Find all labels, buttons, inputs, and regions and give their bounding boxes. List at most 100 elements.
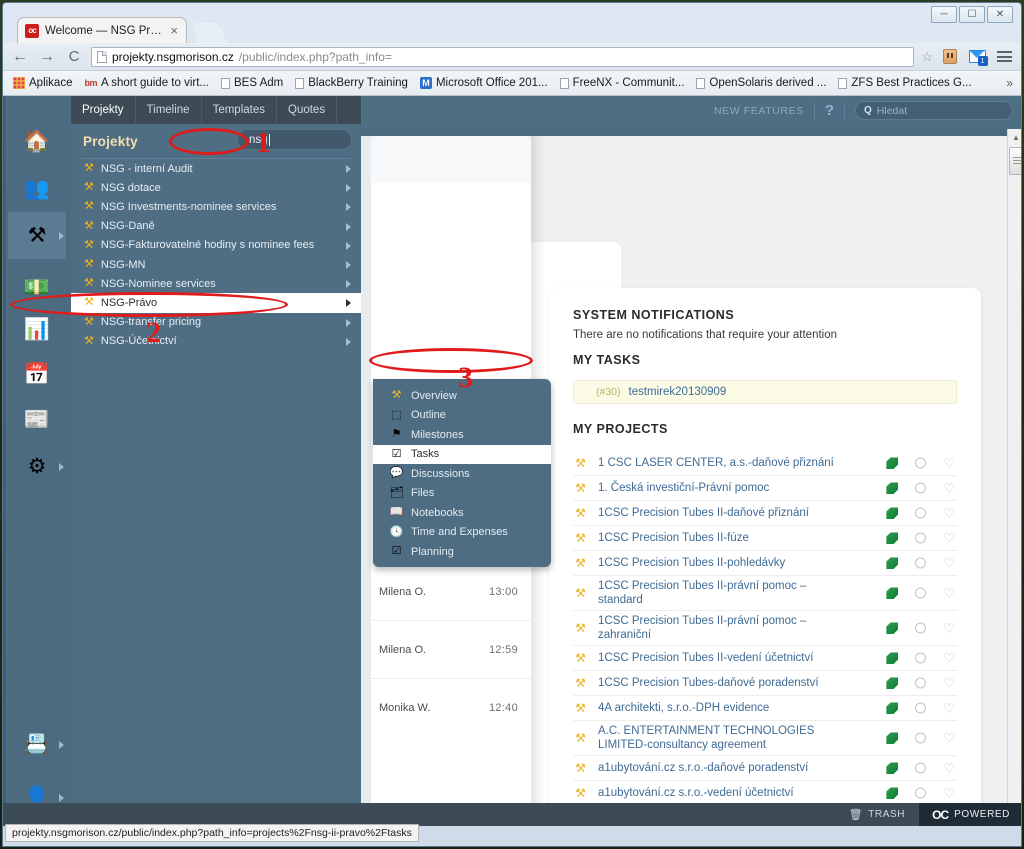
project-item[interactable]: ⚒ NSG-Fakturovatelné hodiny s nominee fee…: [71, 236, 361, 255]
rail-item-projects[interactable]: ⚒: [8, 212, 66, 259]
favorite-heart-icon[interactable]: ♡: [943, 557, 955, 570]
help-icon[interactable]: ?: [825, 102, 834, 119]
submenu-item-files[interactable]: 🗂 Files: [373, 484, 551, 504]
project-row[interactable]: ⚒ 4A architekti, s.r.o.-DPH evidence ♡: [573, 696, 957, 721]
activity-row[interactable]: Milena O. 13:00: [371, 562, 531, 620]
tag-icon[interactable]: [886, 677, 899, 689]
project-row[interactable]: ⚒ 1CSC Precision Tubes II-daňové přiznání…: [573, 501, 957, 526]
projects-search-input[interactable]: nsg: [237, 129, 352, 150]
bookmark-star-icon[interactable]: ☆: [921, 49, 933, 65]
reload-icon[interactable]: C: [64, 49, 84, 64]
tab-projekty[interactable]: Projekty: [71, 96, 136, 124]
project-row[interactable]: ⚒ 1CSC Precision Tubes II-fúze ♡: [573, 526, 957, 551]
tab-quotes[interactable]: Quotes: [277, 96, 338, 124]
status-circle-icon[interactable]: [915, 652, 927, 664]
project-item[interactable]: ⚒ NSG-Právo: [71, 293, 361, 313]
project-item[interactable]: ⚒ NSG-transfer pricing: [71, 313, 361, 332]
bookmark-bes-adm[interactable]: BES Adm: [216, 75, 288, 91]
tag-icon[interactable]: [886, 622, 899, 634]
favorite-heart-icon[interactable]: ♡: [943, 587, 955, 600]
favorite-heart-icon[interactable]: ♡: [943, 787, 955, 800]
project-item[interactable]: ⚒ NSG-Nominee services: [71, 274, 361, 293]
project-item[interactable]: ⚒ NSG - interní Audit: [71, 159, 361, 178]
tag-icon[interactable]: [886, 762, 899, 774]
back-icon[interactable]: ←: [10, 48, 30, 65]
tag-icon[interactable]: [886, 507, 899, 519]
favorite-heart-icon[interactable]: ♡: [943, 457, 955, 470]
rail-item-invoicing[interactable]: 💵: [8, 264, 66, 311]
submenu-item-time-and-expenses[interactable]: 🕓 Time and Expenses: [373, 523, 551, 543]
submenu-item-milestones[interactable]: ⚑ Milestones: [373, 425, 551, 445]
status-circle-icon[interactable]: [915, 557, 927, 569]
page-scrollbar[interactable]: ▲ ▼: [1007, 129, 1021, 826]
favorite-heart-icon[interactable]: ♡: [943, 702, 955, 715]
task-link[interactable]: testmirek20130909: [629, 386, 727, 398]
status-circle-icon[interactable]: [915, 677, 927, 689]
tag-icon[interactable]: [886, 557, 899, 569]
project-row[interactable]: ⚒ 1CSC Precision Tubes II-právní pomoc – …: [573, 611, 957, 646]
tag-icon[interactable]: [886, 652, 899, 664]
status-circle-icon[interactable]: [915, 532, 927, 544]
tag-icon[interactable]: [886, 732, 899, 744]
project-item[interactable]: ⚒ NSG-Daně: [71, 217, 361, 236]
favorite-heart-icon[interactable]: ♡: [943, 732, 955, 745]
rail-item-calendar[interactable]: 📅: [8, 351, 66, 398]
rail-item-reports[interactable]: 📊: [8, 306, 66, 353]
trash-button[interactable]: 🗑 TRASH: [835, 808, 919, 821]
task-row[interactable]: (#30) testmirek20130909: [573, 380, 957, 404]
favorite-heart-icon[interactable]: ♡: [943, 677, 955, 690]
scrollbar-thumb[interactable]: [1009, 147, 1021, 175]
status-circle-icon[interactable]: [915, 702, 927, 714]
project-row[interactable]: ⚒ 1CSC Precision Tubes-daňové poradenství…: [573, 671, 957, 696]
tag-icon[interactable]: [886, 482, 899, 494]
bookmark-freenx[interactable]: FreeNX - Communit...: [555, 75, 690, 91]
bookmark-blackberry-training[interactable]: BlackBerry Training: [290, 75, 413, 91]
status-circle-icon[interactable]: [915, 457, 927, 469]
project-row[interactable]: ⚒ 1CSC Precision Tubes II-pohledávky ♡: [573, 551, 957, 576]
status-circle-icon[interactable]: [915, 587, 927, 599]
submenu-item-discussions[interactable]: 💬 Discussions: [373, 464, 551, 484]
tab-templates[interactable]: Templates: [202, 96, 277, 124]
status-circle-icon[interactable]: [915, 482, 927, 494]
bookmark-microsoft-office[interactable]: M Microsoft Office 201...: [415, 75, 553, 91]
rail-item-home[interactable]: 🏠: [8, 118, 66, 165]
status-circle-icon[interactable]: [915, 507, 927, 519]
favorite-heart-icon[interactable]: ♡: [943, 652, 955, 665]
tag-icon[interactable]: [886, 702, 899, 714]
new-features-link[interactable]: NEW FEATURES: [714, 105, 804, 117]
activity-row[interactable]: Milena O. 12:59: [371, 620, 531, 678]
scroll-up-icon[interactable]: ▲: [1008, 129, 1021, 145]
project-row[interactable]: ⚒ 1 CSC LASER CENTER, a.s.-daňové přiznán…: [573, 451, 957, 476]
rail-item-settings[interactable]: ⚙: [8, 443, 66, 490]
favorite-heart-icon[interactable]: ♡: [943, 762, 955, 775]
favorite-heart-icon[interactable]: ♡: [943, 482, 955, 495]
status-circle-icon[interactable]: [915, 622, 927, 634]
plug-icon[interactable]: [940, 47, 960, 67]
bookmark-short-guide[interactable]: bm A short guide to virt...: [79, 75, 214, 91]
project-row[interactable]: ⚒ 1CSC Precision Tubes II-právní pomoc – …: [573, 576, 957, 611]
forward-icon[interactable]: →: [37, 48, 57, 65]
project-item[interactable]: ⚒ NSG-MN: [71, 255, 361, 274]
tab-timeline[interactable]: Timeline: [136, 96, 202, 124]
bookmark-opensolaris[interactable]: OpenSolaris derived ...: [691, 75, 831, 91]
bookmark-apps[interactable]: Aplikace: [8, 75, 77, 91]
submenu-item-notebooks[interactable]: 📖 Notebooks: [373, 503, 551, 523]
activity-row[interactable]: Monika W. 12:40: [371, 678, 531, 736]
status-circle-icon[interactable]: [915, 762, 927, 774]
address-bar[interactable]: projekty.nsgmorison.cz/public/index.php?…: [91, 46, 915, 67]
rail-item-news[interactable]: 📰: [8, 396, 66, 443]
bookmarks-overflow-icon[interactable]: »: [1006, 76, 1016, 90]
tag-icon[interactable]: [886, 587, 899, 599]
project-item[interactable]: ⚒ NSG-Účetnictví: [71, 332, 361, 351]
submenu-item-overview[interactable]: ⚒ Overview: [373, 386, 551, 406]
project-row[interactable]: ⚒ 1CSC Precision Tubes II-vedení účetnict…: [573, 646, 957, 671]
browser-tab[interactable]: oc Welcome — NSG Projects ×: [17, 17, 187, 43]
favorite-heart-icon[interactable]: ♡: [943, 532, 955, 545]
status-circle-icon[interactable]: [915, 732, 927, 744]
submenu-item-tasks[interactable]: ☑ Tasks: [373, 444, 551, 464]
tab-close-icon[interactable]: ×: [168, 23, 180, 38]
favorite-heart-icon[interactable]: ♡: [943, 507, 955, 520]
menu-icon[interactable]: [994, 47, 1014, 67]
bookmark-zfs[interactable]: ZFS Best Practices G...: [833, 75, 976, 91]
rail-item-people[interactable]: 👥: [8, 165, 66, 212]
